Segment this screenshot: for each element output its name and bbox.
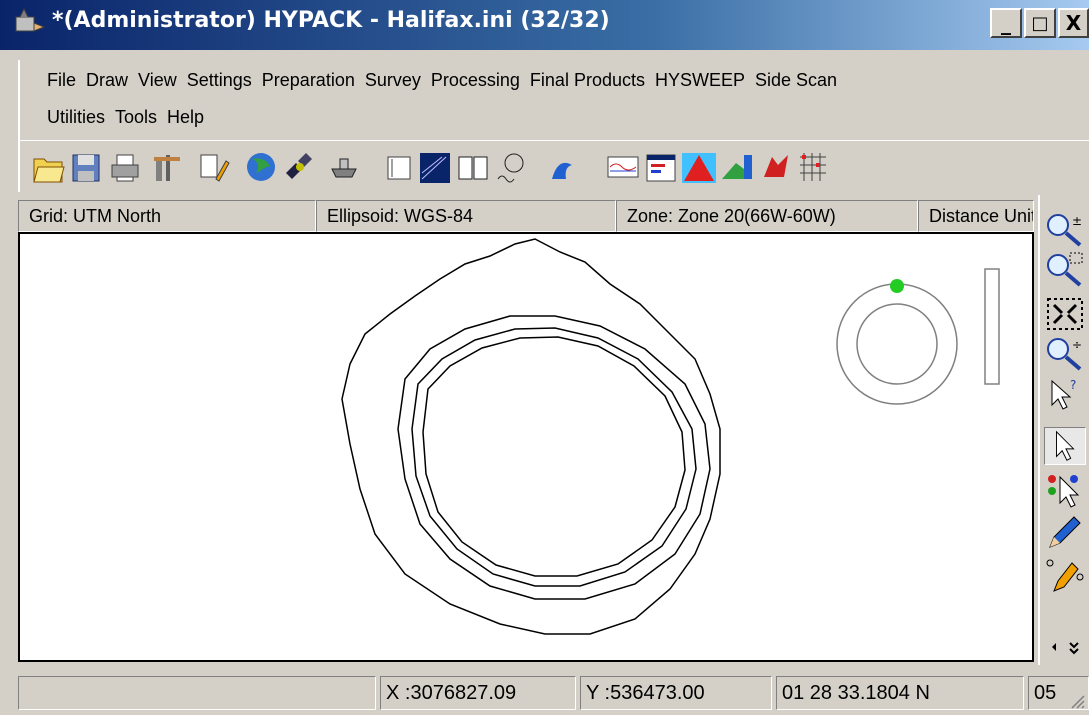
menu-utilities[interactable]: Utilities <box>42 107 110 128</box>
edit-draw-icon[interactable] <box>198 149 232 185</box>
toolbar <box>18 140 1089 192</box>
menu-view[interactable]: View <box>133 70 182 91</box>
menu-processing[interactable]: Processing <box>426 70 525 91</box>
maximize-button[interactable]: □ <box>1024 8 1056 38</box>
pen-edit-icon[interactable] <box>1044 557 1086 595</box>
menu-side-scan[interactable]: Side Scan <box>750 70 842 91</box>
menu-survey[interactable]: Survey <box>360 70 426 91</box>
dragon-icon[interactable] <box>760 149 794 185</box>
status-x-coordinate: X :3076827.09 <box>380 676 576 710</box>
title-bar[interactable]: *(Administrator) HYPACK - Halifax.ini (3… <box>0 0 1089 50</box>
svg-text:?: ? <box>1070 378 1076 392</box>
status-latitude: 01 28 33.1804 N <box>776 676 1024 710</box>
boat-icon[interactable] <box>328 149 362 185</box>
hypack-window: *(Administrator) HYPACK - Halifax.ini (3… <box>0 0 1089 715</box>
zoom-window-icon[interactable] <box>1044 251 1086 289</box>
status-y-coordinate: Y :536473.00 <box>580 676 772 710</box>
menu-bar: File Draw View Settings Preparation Surv… <box>18 60 1089 140</box>
satellite-icon[interactable] <box>282 149 316 185</box>
compass-widget <box>836 268 1000 405</box>
menu-file[interactable]: File <box>42 70 81 91</box>
tide-icon[interactable] <box>494 149 528 185</box>
zoom-point-icon[interactable]: ÷ <box>1044 335 1086 373</box>
svg-text:±: ± <box>1072 214 1082 228</box>
menu-hysweep[interactable]: HYSWEEP <box>650 70 750 91</box>
zoom-extents-icon[interactable] <box>1044 295 1086 333</box>
depth-bar <box>984 268 1000 385</box>
sounding-icon[interactable] <box>418 149 452 185</box>
status-message <box>18 676 376 710</box>
close-button[interactable]: X <box>1058 8 1089 38</box>
zone-label: Zone: Zone 20(66W-60W) <box>616 200 918 232</box>
grid-icon[interactable] <box>796 149 830 185</box>
distance-label: Distance Units: <box>918 200 1034 232</box>
globe-icon[interactable] <box>244 149 278 185</box>
contour-3 <box>411 327 697 587</box>
svg-text:÷: ÷ <box>1072 338 1082 352</box>
menu-settings[interactable]: Settings <box>182 70 257 91</box>
print-icon[interactable] <box>108 149 142 185</box>
ellipsoid-label: Ellipsoid: WGS-84 <box>316 200 616 232</box>
contour-2 <box>397 315 711 600</box>
zoom-toolbar: ± ÷ ? <box>1038 195 1089 665</box>
pen-draw-icon[interactable] <box>1044 513 1086 551</box>
wave-icon[interactable] <box>550 149 584 185</box>
display-icon[interactable] <box>382 149 416 185</box>
open-folder-icon[interactable] <box>32 149 66 185</box>
save-disk-icon[interactable] <box>70 149 104 185</box>
menu-row-2: Utilities Tools Help <box>42 107 209 128</box>
menu-preparation[interactable]: Preparation <box>257 70 360 91</box>
zoom-in-out-icon[interactable]: ± <box>1044 211 1086 249</box>
menu-row-1: File Draw View Settings Preparation Surv… <box>42 70 842 91</box>
profile-icon[interactable] <box>606 149 640 185</box>
grid-label: Grid: UTM North <box>18 200 316 232</box>
menu-draw[interactable]: Draw <box>81 70 133 91</box>
menu-help[interactable]: Help <box>162 107 209 128</box>
contour-4 <box>422 336 686 577</box>
expand-toolbar-icon[interactable] <box>1044 635 1086 659</box>
app-icon <box>15 7 46 32</box>
map-area[interactable] <box>18 232 1034 662</box>
status-bar: X :3076827.09 Y :536473.00 01 28 33.1804… <box>18 670 1089 715</box>
query-pointer-icon[interactable]: ? <box>1044 375 1086 413</box>
menu-final-products[interactable]: Final Products <box>525 70 650 91</box>
select-pointer-icon[interactable] <box>1044 427 1086 465</box>
menu-tools[interactable]: Tools <box>110 107 162 128</box>
window-title: *(Administrator) HYPACK - Halifax.ini (3… <box>52 8 610 33</box>
chart-icon[interactable] <box>644 149 678 185</box>
tin-icon[interactable] <box>682 149 716 185</box>
resize-grip-icon[interactable] <box>1068 692 1086 710</box>
heading-marker <box>890 279 904 293</box>
coordinate-info-bar: Grid: UTM North Ellipsoid: WGS-84 Zone: … <box>18 200 1034 232</box>
multi-select-icon[interactable] <box>1044 471 1086 509</box>
hardware-icon[interactable] <box>150 149 184 185</box>
book-icon[interactable] <box>456 149 490 185</box>
contour-map <box>341 238 1000 635</box>
terrain-icon[interactable] <box>720 149 754 185</box>
minimize-button[interactable]: _ <box>990 8 1022 38</box>
